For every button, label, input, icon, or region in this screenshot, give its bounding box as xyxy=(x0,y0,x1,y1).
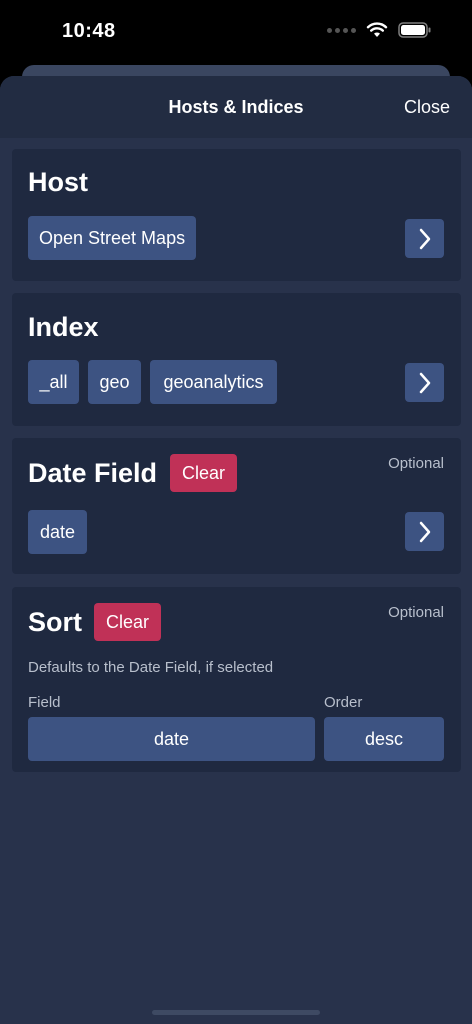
sort-order-select[interactable]: desc xyxy=(324,717,444,761)
sort-order-label: Order xyxy=(324,694,363,711)
home-indicator xyxy=(152,1010,320,1015)
date-field-optional-label: Optional xyxy=(388,455,444,472)
date-field-chip[interactable]: date xyxy=(28,510,87,554)
status-time: 10:48 xyxy=(62,20,116,42)
status-bar: 10:48 xyxy=(0,0,472,64)
host-chevron-button[interactable] xyxy=(405,219,444,258)
index-chevron-button[interactable] xyxy=(405,363,444,402)
index-title: Index xyxy=(28,312,99,342)
date-field-card: Date Field Clear Optional date xyxy=(12,438,461,574)
date-field-chevron-button[interactable] xyxy=(405,512,444,551)
page-title: Hosts & Indices xyxy=(168,97,304,117)
date-field-title: Date Field xyxy=(28,458,158,488)
sort-field-select[interactable]: date xyxy=(28,717,315,761)
host-title: Host xyxy=(28,167,88,197)
hosts-indices-sheet: Hosts & Indices Close Host Open Street M… xyxy=(0,76,472,1024)
chevron-right-icon xyxy=(419,228,430,249)
host-chip[interactable]: Open Street Maps xyxy=(28,216,197,260)
status-icons xyxy=(327,22,432,38)
index-chip-geo[interactable]: geo xyxy=(88,360,141,404)
index-chip-geoanalytics[interactable]: geoanalytics xyxy=(150,360,277,404)
chevron-right-icon xyxy=(419,372,430,393)
sort-optional-label: Optional xyxy=(388,604,444,621)
index-chip-all[interactable]: _all xyxy=(28,360,79,404)
battery-icon xyxy=(398,22,431,38)
cellular-signal-icon xyxy=(327,27,356,33)
nav-bar: Hosts & Indices Close xyxy=(0,76,472,138)
sort-clear-button[interactable]: Clear xyxy=(94,603,162,641)
wifi-icon xyxy=(366,22,388,37)
chevron-right-icon xyxy=(419,521,430,542)
index-card: Index _all geo geoanalytics xyxy=(12,293,461,426)
sort-card: Sort Clear Optional Defaults to the Date… xyxy=(12,587,461,772)
host-card: Host Open Street Maps xyxy=(12,149,461,281)
sort-field-label: Field xyxy=(28,694,61,711)
date-field-clear-button[interactable]: Clear xyxy=(170,454,238,492)
sort-title: Sort xyxy=(28,607,82,637)
sort-hint: Defaults to the Date Field, if selected xyxy=(28,659,274,676)
close-button[interactable]: Close xyxy=(404,97,450,118)
